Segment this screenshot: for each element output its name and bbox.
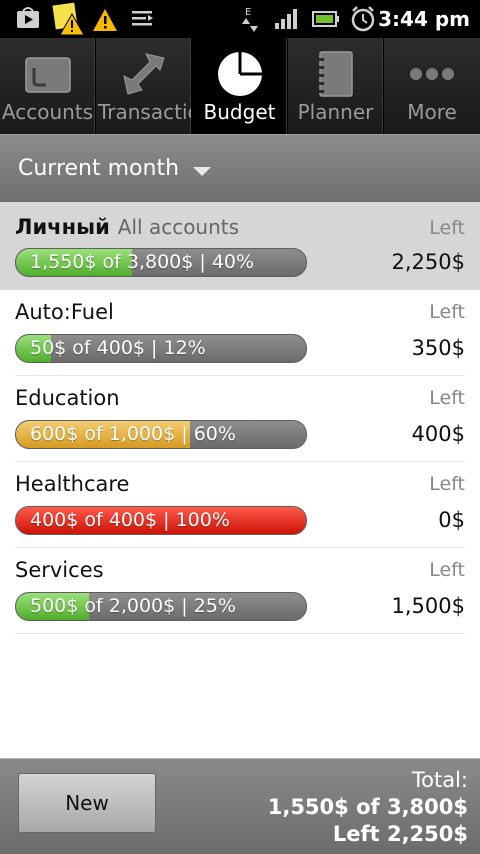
period-label: Current month [18, 156, 180, 181]
budget-name: Личный All accounts [15, 215, 239, 239]
tab-label: Planner [297, 100, 374, 124]
budget-scope: All accounts [117, 215, 240, 239]
svg-text:E: E [245, 7, 251, 18]
budget-name: Healthcare [15, 472, 130, 496]
signal-icon [275, 9, 297, 29]
status-bar: E 3:44 pm [0, 0, 480, 38]
budget-name: Services [15, 558, 104, 582]
budget-name: Education [15, 386, 120, 410]
progress-text: 400$ of 400$ | 100% [30, 509, 230, 531]
progress-bar: 1,550$ of 3,800$ | 40% [15, 248, 307, 277]
progress-bar: 400$ of 400$ | 100% [15, 506, 307, 535]
tab-more[interactable]: More [384, 38, 480, 134]
progress-bar: 600$ of 1,000$ | 60% [15, 420, 307, 449]
tab-transactions[interactable]: Transactions [96, 38, 192, 134]
budget-row[interactable]: Services 500$ of 2,000$ | 25% Left 1,500… [15, 548, 465, 634]
data-edge-icon: E [242, 7, 258, 32]
left-label: Left [429, 559, 465, 581]
progress-text: 1,550$ of 3,800$ | 40% [30, 251, 255, 273]
period-selector[interactable]: Current month [0, 134, 480, 202]
progress-text: 50$ of 400$ | 12% [30, 337, 206, 359]
notebook-icon [318, 51, 353, 97]
new-budget-button[interactable]: New [18, 773, 156, 833]
transfer-arrows-icon [123, 53, 165, 95]
clock: 3:44 pm [378, 7, 470, 31]
left-amount: 1,500$ [391, 594, 465, 618]
more-dots-icon [410, 68, 454, 80]
budget-row[interactable]: Education 600$ of 1,000$ | 60% Left 400$ [15, 376, 465, 462]
warning-icon [93, 9, 117, 31]
dropdown-arrow-icon [193, 167, 211, 176]
battery-icon [312, 11, 339, 27]
tab-label: Transactions [98, 100, 191, 124]
left-amount: 350$ [411, 336, 465, 360]
budget-name: Auto:Fuel [15, 300, 114, 324]
left-amount: 2,250$ [391, 250, 465, 274]
tab-label: Budget [203, 100, 276, 124]
pie-chart-icon [218, 52, 262, 96]
progress-bar: 50$ of 400$ | 12% [15, 334, 307, 363]
left-label: Left [429, 473, 465, 495]
progress-text: 500$ of 2,000$ | 25% [30, 595, 236, 617]
tab-budget[interactable]: Budget [192, 38, 288, 134]
play-store-icon [17, 7, 39, 28]
tab-label: More [407, 100, 457, 124]
budget-name-text: Личный [15, 215, 110, 239]
total-left: Left 2,250$ [332, 822, 468, 846]
left-label: Left [429, 301, 465, 323]
total-amount: 1,550$ of 3,800$ [267, 795, 468, 819]
progress-text: 600$ of 1,000$ | 60% [30, 423, 236, 445]
progress-bar: 500$ of 2,000$ | 25% [15, 592, 307, 621]
tab-bar: Accounts Transactions Budget Planner Mor… [0, 38, 480, 134]
budget-row[interactable]: Auto:Fuel 50$ of 400$ | 12% Left 350$ [15, 290, 465, 376]
note-warning-icon [52, 2, 85, 36]
tab-accounts[interactable]: Accounts [0, 38, 96, 134]
left-label: Left [429, 217, 465, 239]
footer-bar: New Total: 1,550$ of 3,800$ Left 2,250$ [0, 758, 480, 854]
alarm-clock-icon [351, 6, 375, 32]
total-label: Total: [411, 768, 468, 792]
sync-icon [132, 11, 153, 26]
left-amount: 0$ [438, 508, 465, 532]
left-amount: 400$ [411, 422, 465, 446]
wallet-icon [25, 57, 71, 93]
tab-label: Accounts [1, 100, 94, 124]
left-label: Left [429, 387, 465, 409]
budget-row[interactable]: Healthcare 400$ of 400$ | 100% Left 0$ [15, 462, 465, 548]
budget-list: Личный All accounts 1,550$ of 3,800$ | 40… [0, 202, 480, 634]
budget-summary-row[interactable]: Личный All accounts 1,550$ of 3,800$ | 40… [0, 202, 480, 290]
tab-planner[interactable]: Planner [288, 38, 384, 134]
